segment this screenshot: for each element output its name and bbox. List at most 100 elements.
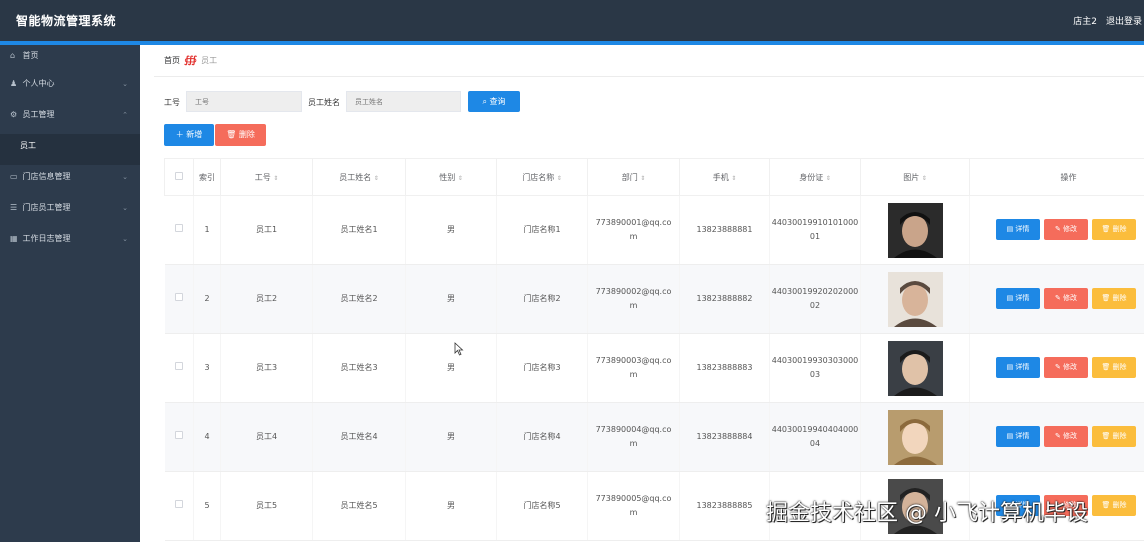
delete-button[interactable]: 🗑 删除 (1092, 426, 1136, 447)
dept-line: 773890002@qq.co (595, 287, 672, 296)
id-cell: 员工5 (220, 471, 313, 541)
detail-button[interactable]: ▤ 详情 (996, 426, 1040, 447)
employee-photo[interactable] (887, 271, 943, 327)
name-cell: 员工姓名3 (312, 333, 406, 403)
delete-button[interactable]: 🗑 删除 (1092, 288, 1136, 309)
select-all-checkbox[interactable] (175, 172, 183, 180)
row-checkbox[interactable] (174, 362, 183, 370)
sidebar-item-worklog[interactable]: ▦ 工作日志管理 ⌄ (0, 227, 140, 258)
id-label: 工号 (164, 98, 180, 107)
employee-photo[interactable] (887, 409, 943, 465)
detail-button-label: 详情 (1015, 432, 1030, 440)
row-select-cell (164, 402, 194, 472)
sidebar-item-profile[interactable]: ♟ 个人中心 ⌄ (0, 72, 140, 103)
sidebar-item-employee[interactable]: 员工 (0, 134, 140, 165)
dept-cell: 773890002@qq.co m (587, 264, 680, 334)
employee-photo[interactable] (887, 340, 943, 396)
delete-button[interactable]: 🗑 删除 (1092, 495, 1136, 516)
chevron-down-icon: ⌄ (122, 235, 128, 243)
sidebar-item-home[interactable]: ⌂ 首页 (0, 45, 140, 72)
trash-icon: 🗑 (1101, 501, 1111, 509)
employee-photo[interactable] (887, 202, 943, 258)
dept-cell: 773890004@qq.co m (587, 402, 680, 472)
name-cell: 员工姓名5 (312, 471, 406, 541)
edit-button[interactable]: ✎ 修改 (1044, 426, 1088, 447)
store-cell: 门店名称1 (496, 195, 588, 265)
detail-button[interactable]: ▤ 详情 (996, 288, 1040, 309)
header-idcard[interactable]: 身份证 ⇕ (769, 158, 861, 196)
sidebar-item-label: 门店信息管理 (22, 172, 71, 181)
sort-icon[interactable]: ⇕ (731, 175, 736, 182)
breadcrumb-current: 员工 (201, 56, 218, 65)
list-icon: ☰ (10, 203, 18, 212)
sort-icon[interactable]: ⇕ (922, 175, 927, 182)
chevron-up-icon: ⌃ (122, 111, 128, 119)
photo-cell (860, 264, 970, 334)
detail-button-label: 详情 (1015, 294, 1030, 302)
dept-line: m (629, 232, 638, 241)
sort-icon[interactable]: ⇕ (557, 175, 562, 182)
row-actions: ▤ 详情 ✎ 修改 🗑 删除 (996, 426, 1141, 448)
row-checkbox[interactable] (174, 431, 183, 439)
header-phone[interactable]: 手机 ⇕ (679, 158, 770, 196)
add-button[interactable]: ＋ 新增 (164, 124, 214, 146)
edit-button[interactable]: ✎ 修改 (1044, 288, 1088, 309)
id-input[interactable] (186, 91, 302, 112)
header-label: 图片 (903, 172, 920, 182)
ops-cell: ▤ 详情 ✎ 修改 🗑 删除 (969, 264, 1144, 334)
detail-button[interactable]: ▤ 详情 (996, 357, 1040, 378)
row-checkbox[interactable] (174, 293, 183, 301)
dept-line: 773890003@qq.co (595, 356, 672, 365)
sort-icon[interactable]: ⇕ (458, 175, 463, 182)
header-photo[interactable]: 图片 ⇕ (860, 158, 970, 196)
sort-icon[interactable]: ⇕ (273, 175, 278, 182)
delete-button-label: 删除 (238, 130, 255, 139)
user-icon: ♟ (10, 79, 18, 88)
idcard-line: 02 (809, 301, 821, 310)
sidebar-item-store-info[interactable]: ▭ 门店信息管理 ⌄ (0, 165, 140, 196)
batch-delete-button[interactable]: 🗑 删除 (215, 124, 266, 146)
store-cell: 门店名称2 (496, 264, 588, 334)
index-cell: 2 (193, 264, 221, 334)
delete-button[interactable]: 🗑 删除 (1092, 357, 1136, 378)
delete-row-button-label: 删除 (1112, 363, 1127, 371)
header-label: 操作 (1060, 172, 1077, 182)
sidebar-item-employee-mgmt[interactable]: ⚙ 员工管理 ⌃ (0, 103, 140, 134)
edit-button-label: 修改 (1063, 225, 1078, 233)
header-store[interactable]: 门店名称 ⇕ (496, 158, 588, 196)
sidebar-item-label: 员工 (20, 141, 36, 150)
idcard-line: 44030019940404000 (771, 425, 859, 434)
header-dept[interactable]: 部门 ⇕ (587, 158, 680, 196)
edit-button[interactable]: ✎ 修改 (1044, 219, 1088, 240)
header-gender[interactable]: 性别 ⇕ (405, 158, 497, 196)
header-id[interactable]: 工号 ⇕ (220, 158, 313, 196)
chart-icon: ▦ (10, 234, 18, 243)
idcard-cell: 44030019940404000 04 (769, 402, 861, 472)
row-checkbox[interactable] (174, 500, 183, 508)
sidebar-item-store-staff[interactable]: ☰ 门店员工管理 ⌄ (0, 196, 140, 227)
logout-link[interactable]: 退出登录 (1106, 14, 1142, 27)
sidebar: ⌂ 首页 ♟ 个人中心 ⌄ ⚙ 员工管理 ⌃ 员工 ▭ 门店信息管理 ⌄ ☰ 门… (0, 45, 140, 542)
sidebar-item-label: 员工管理 (22, 110, 55, 119)
breadcrumb-home[interactable]: 首页 (164, 56, 180, 65)
table-header-row: 索引 工号 ⇕ 员工姓名 ⇕ 性别 ⇕ 门店名称 ⇕ 部门 ⇕ 手机 ⇕ 身份证… (164, 158, 1144, 196)
sort-icon[interactable]: ⇕ (374, 175, 379, 182)
name-cell: 员工姓名2 (312, 264, 406, 334)
table-row: 3 员工3 员工姓名3 男门店名称3 773890003@qq.co m 138238888… (164, 333, 1144, 403)
dept-cell: 773890001@qq.co m (587, 195, 680, 265)
edit-button-label: 修改 (1063, 432, 1078, 440)
header-label: 性别 (439, 172, 456, 182)
name-input[interactable] (346, 91, 461, 112)
sort-icon[interactable]: ⇕ (640, 175, 645, 182)
query-button[interactable]: ⌕ 查询 (468, 91, 520, 112)
sort-icon[interactable]: ⇕ (826, 175, 831, 182)
edit-button[interactable]: ✎ 修改 (1044, 357, 1088, 378)
delete-row-button-label: 删除 (1112, 501, 1127, 509)
row-checkbox[interactable] (174, 224, 183, 232)
header-name[interactable]: 员工姓名 ⇕ (312, 158, 406, 196)
delete-button[interactable]: 🗑 删除 (1092, 219, 1136, 240)
detail-button[interactable]: ▤ 详情 (996, 219, 1040, 240)
row-select-cell (164, 264, 194, 334)
sidebar-item-label: 工作日志管理 (22, 234, 71, 243)
chevron-down-icon: ⌄ (122, 173, 128, 181)
